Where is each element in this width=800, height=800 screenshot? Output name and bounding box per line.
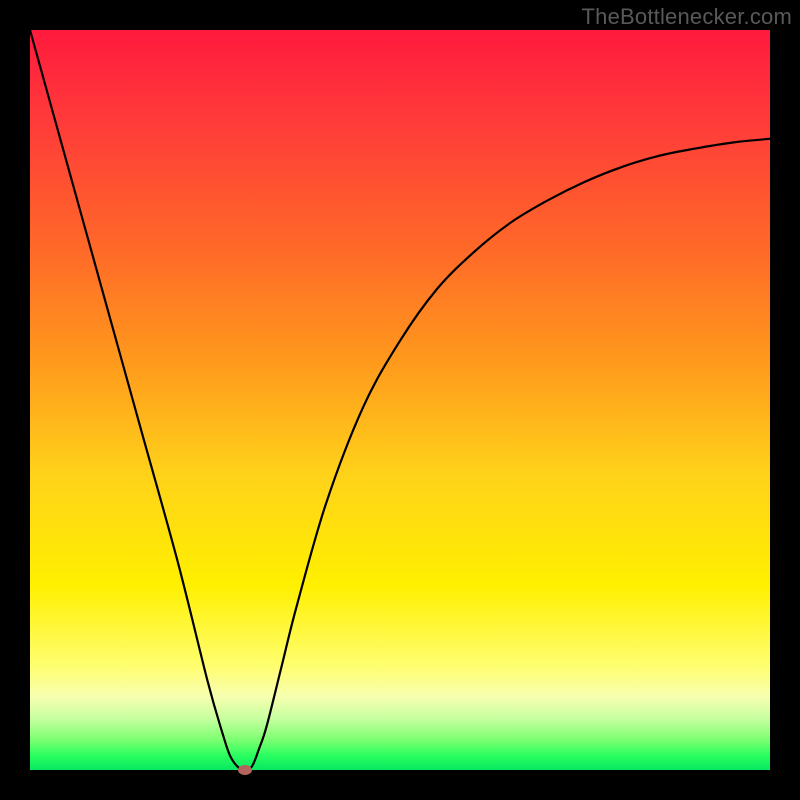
- plot-area: [30, 30, 770, 770]
- gradient-background: [30, 30, 770, 770]
- optimal-point-marker: [238, 765, 252, 775]
- watermark-text: TheBottlenecker.com: [582, 4, 792, 30]
- chart-frame: TheBottlenecker.com: [0, 0, 800, 800]
